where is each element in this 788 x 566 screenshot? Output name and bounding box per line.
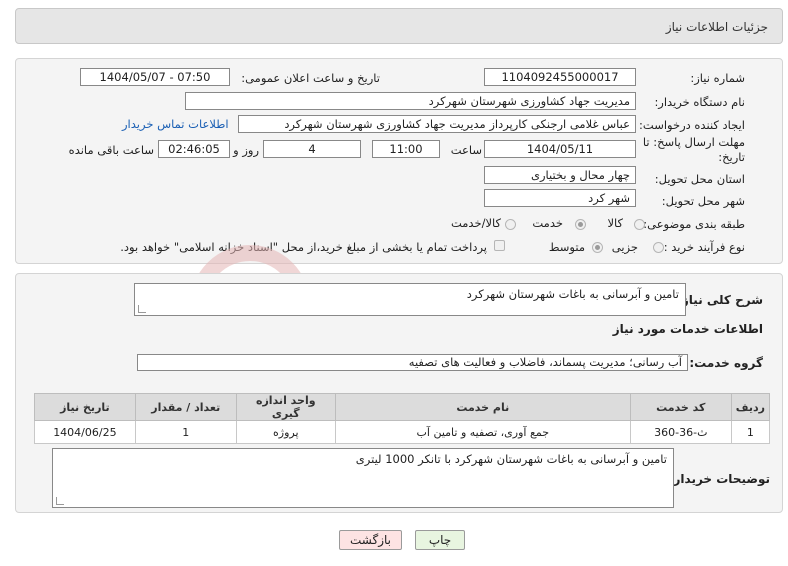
- need-info-panel: [15, 58, 783, 264]
- services-table: ردیف کد خدمت نام خدمت واحد اندازه گیری ت…: [34, 393, 771, 444]
- process-option-minor: جزیی: [611, 240, 638, 254]
- page-header: جزئیات اطلاعات نیاز: [15, 8, 783, 44]
- payment-checkbox[interactable]: [494, 240, 505, 251]
- deadline-label: مهلت ارسال پاسخ: تا: [642, 135, 745, 149]
- deadline-time-field: 11:00: [372, 140, 440, 158]
- category-option-goods-service: کالا/خدمت: [450, 216, 501, 230]
- days-label: روز و: [233, 143, 259, 157]
- deadline-date-field: 1404/05/11: [484, 140, 636, 158]
- announce-date-field: 1404/05/07 - 07:50: [80, 68, 230, 86]
- requester-label: ایجاد کننده درخواست:: [639, 118, 745, 132]
- buyer-notes-text: تامین و آبرسانی به باغات شهرستان شهرکرد …: [355, 452, 667, 466]
- process-radio-minor[interactable]: [653, 242, 664, 253]
- remaining-days-field: 4: [263, 140, 361, 158]
- category-radio-service[interactable]: [575, 219, 586, 230]
- province-label: استان محل تحویل:: [654, 172, 745, 186]
- cell-service-code: ث-36-360: [629, 420, 732, 444]
- process-radio-medium[interactable]: [592, 242, 603, 253]
- col-header-need-date: تاریخ نیاز: [34, 393, 136, 421]
- cell-need-date: 1404/06/25: [34, 420, 136, 444]
- col-header-row-number: ردیف: [730, 393, 771, 421]
- service-group-label: گروه خدمت:: [689, 356, 763, 370]
- cell-row-number: 1: [730, 420, 771, 444]
- category-option-service: خدمت: [532, 216, 563, 230]
- col-header-unit: واحد اندازه گیری: [235, 393, 336, 421]
- cell-unit: پروژه: [235, 420, 336, 444]
- category-label: طبقه بندی موضوعی:: [643, 217, 745, 231]
- city-field: شهر کرد: [484, 189, 636, 207]
- category-radio-goods-service[interactable]: [505, 219, 516, 230]
- print-button[interactable]: چاپ: [415, 530, 465, 550]
- need-number-field: 1104092455000017: [484, 68, 636, 86]
- back-button[interactable]: بازگشت: [339, 530, 402, 550]
- summary-text: تامین و آبرسانی به باغات شهرستان شهرکرد: [466, 287, 679, 301]
- page-title: جزئیات اطلاعات نیاز: [665, 20, 768, 34]
- buyer-notes-label: توضیحات خریدار:: [668, 472, 770, 486]
- category-radio-goods[interactable]: [634, 219, 645, 230]
- col-header-service-name: نام خدمت: [334, 393, 631, 421]
- requester-field: عباس غلامی ارجنکی کارپرداز مدیریت جهاد ک…: [238, 115, 636, 133]
- col-header-service-code: کد خدمت: [629, 393, 732, 421]
- category-option-goods: کالا: [607, 216, 623, 230]
- province-field: چهار محال و بختیاری: [484, 166, 636, 184]
- resize-grip-icon[interactable]: [56, 497, 64, 505]
- remaining-time-field: 02:46:05: [158, 140, 230, 158]
- buyer-org-field: مدیریت جهاد کشاورزی شهرستان شهرکرد: [185, 92, 636, 110]
- resize-grip-icon[interactable]: [138, 305, 146, 313]
- need-number-label: شماره نیاز:: [690, 71, 745, 85]
- process-option-medium: متوسط: [548, 240, 585, 254]
- cell-service-name: جمع آوری، تصفیه و تامین آب: [334, 420, 631, 444]
- announce-date-label: تاریخ و ساعت اعلان عمومی:: [241, 71, 380, 85]
- table-header-row: ردیف کد خدمت نام خدمت واحد اندازه گیری ت…: [34, 393, 771, 421]
- deadline-time-label: ساعت: [450, 143, 482, 157]
- city-label: شهر محل تحویل:: [661, 194, 745, 208]
- cell-quantity: 1: [134, 420, 237, 444]
- remaining-time-label: ساعت باقی مانده: [68, 143, 154, 157]
- service-group-field: آب رسانی؛ مدیریت پسماند، فاضلاب و فعالیت…: [137, 354, 688, 371]
- buyer-notes-textarea[interactable]: تامین و آبرسانی به باغات شهرستان شهرکرد …: [52, 448, 674, 508]
- deadline-label-date: تاریخ:: [718, 150, 745, 164]
- services-heading: اطلاعات خدمات مورد نیاز: [612, 322, 763, 336]
- summary-textarea[interactable]: تامین و آبرسانی به باغات شهرستان شهرکرد: [134, 283, 686, 316]
- payment-note: پرداخت تمام یا بخشی از مبلغ خرید،از محل …: [120, 240, 487, 254]
- summary-label: شرح کلی نیاز:: [677, 293, 763, 307]
- process-label: نوع فرآیند خرید :: [663, 240, 745, 254]
- buyer-org-label: نام دستگاه خریدار:: [654, 95, 745, 109]
- col-header-quantity: تعداد / مقدار: [134, 393, 237, 421]
- table-row: 1 ث-36-360 جمع آوری، تصفیه و تامین آب پر…: [34, 420, 771, 444]
- buyer-contact-link[interactable]: اطلاعات تماس خریدار: [122, 117, 229, 131]
